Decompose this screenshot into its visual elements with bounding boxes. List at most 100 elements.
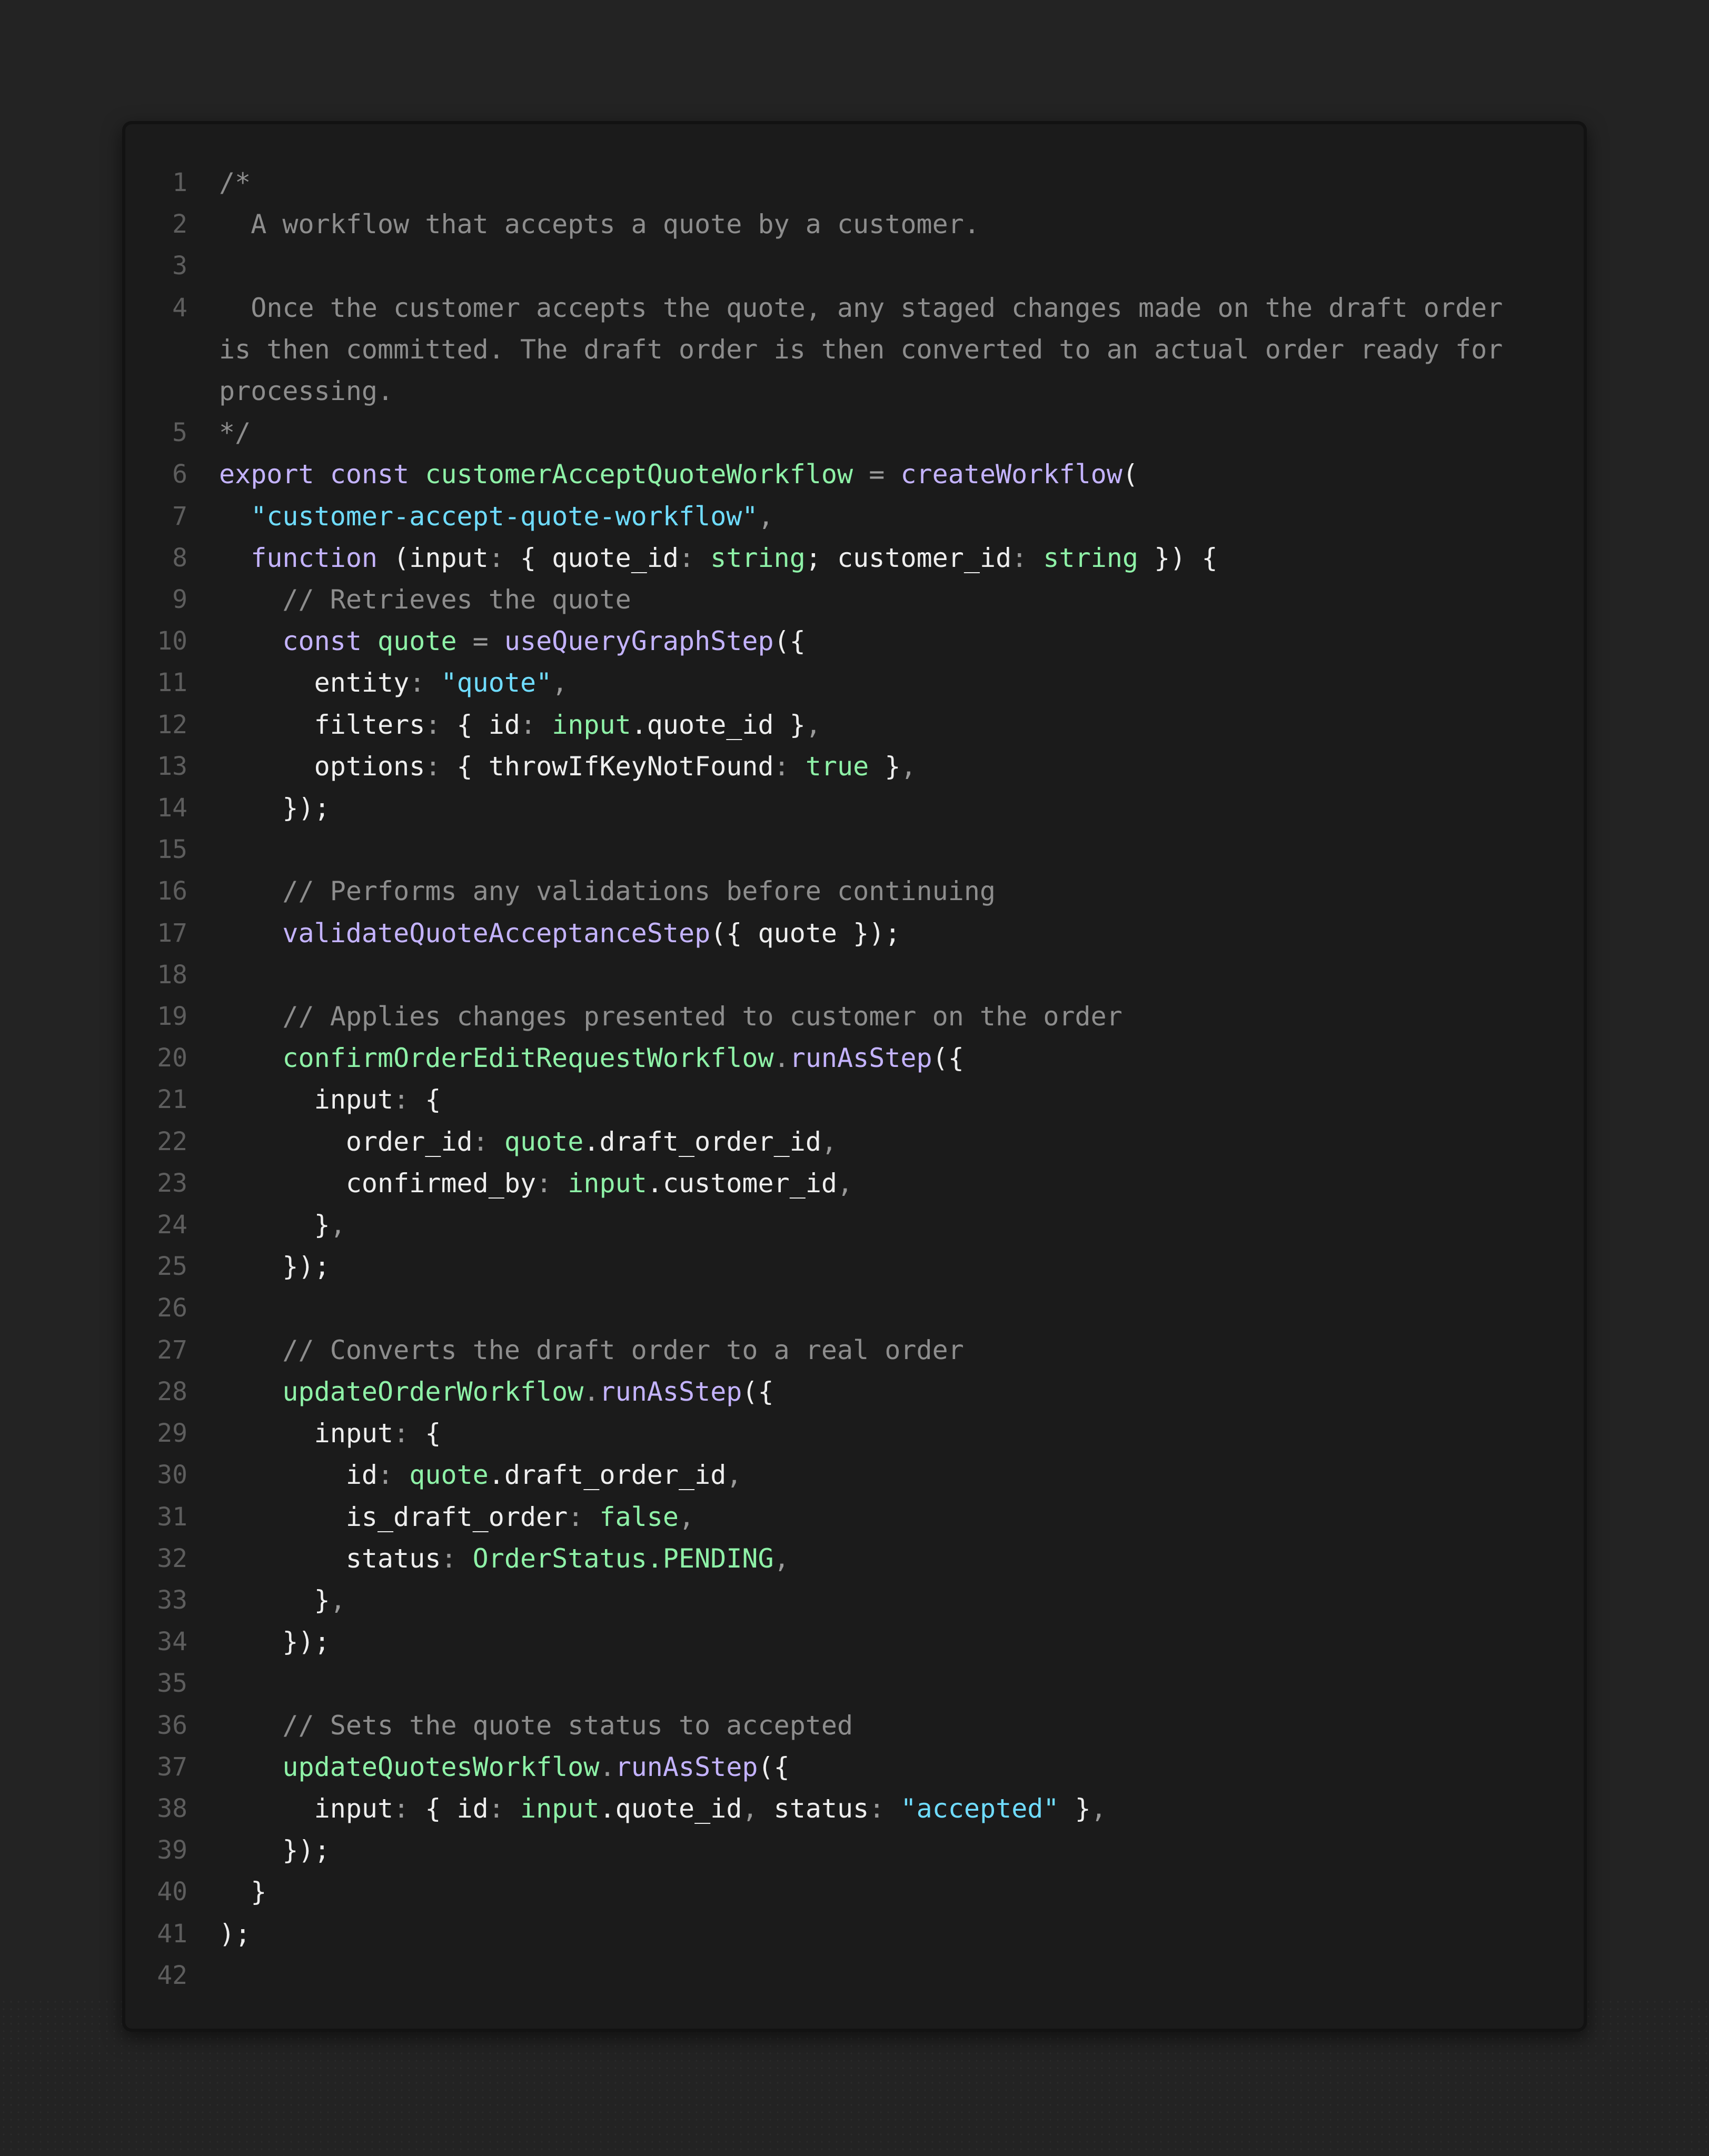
code-line[interactable]: 42 ​: [125, 1955, 1584, 1997]
code-text[interactable]: },: [219, 1580, 1584, 1621]
code-text[interactable]: ​: [219, 1287, 1584, 1329]
code-line[interactable]: 39 });: [125, 1830, 1584, 1871]
code-text[interactable]: options: { throwIfKeyNotFound: true },: [219, 746, 1584, 787]
code-text[interactable]: is_draft_order: false,: [219, 1496, 1584, 1538]
code-line[interactable]: 22 order_id: quote.draft_order_id,: [125, 1121, 1584, 1163]
code-text[interactable]: status: OrderStatus.PENDING,: [219, 1538, 1584, 1580]
code-text[interactable]: }: [219, 1871, 1584, 1913]
code-line[interactable]: 24 },: [125, 1204, 1584, 1246]
code-line[interactable]: 5 */: [125, 412, 1584, 454]
code-line[interactable]: 15 ​: [125, 829, 1584, 871]
code-text[interactable]: confirmed_by: input.customer_id,: [219, 1163, 1584, 1204]
code-line[interactable]: 23 confirmed_by: input.customer_id,: [125, 1163, 1584, 1204]
code-line[interactable]: 10 const quote = useQueryGraphStep({: [125, 621, 1584, 662]
code-text[interactable]: id: quote.draft_order_id,: [219, 1454, 1584, 1496]
code-token: function: [251, 542, 378, 573]
code-line[interactable]: 3​: [125, 245, 1584, 287]
code-line[interactable]: 32 status: OrderStatus.PENDING,: [125, 1538, 1584, 1580]
code-token: status: [219, 1543, 441, 1574]
code-text[interactable]: });: [219, 1830, 1584, 1871]
code-editor[interactable]: 1 /* 2 A workflow that accepts a quote by …: [122, 121, 1587, 2032]
code-text[interactable]: */: [219, 412, 1584, 454]
code-line[interactable]: 34 });: [125, 1621, 1584, 1663]
code-line[interactable]: 21 input: {: [125, 1079, 1584, 1121]
code-text[interactable]: validateQuoteAcceptanceStep({ quote });: [219, 913, 1584, 954]
code-line[interactable]: 18 ​: [125, 954, 1584, 996]
code-line[interactable]: 12 filters: { id: input.quote_id },: [125, 704, 1584, 746]
code-text[interactable]: input: {: [219, 1413, 1584, 1454]
code-line[interactable]: 37 updateQuotesWorkflow.runAsStep({: [125, 1746, 1584, 1788]
code-token: :: [869, 1793, 885, 1824]
code-token: { throwIfKeyNotFound: [441, 751, 774, 782]
code-text[interactable]: /*: [219, 162, 1584, 204]
code-text[interactable]: filters: { id: input.quote_id },: [219, 704, 1584, 746]
code-line[interactable]: 27 // Converts the draft order to a real…: [125, 1330, 1584, 1371]
code-text[interactable]: ​: [219, 1955, 1584, 1997]
code-token: ({: [758, 1751, 790, 1782]
code-text[interactable]: });: [219, 787, 1584, 829]
code-line[interactable]: 1 /*: [125, 162, 1584, 204]
code-line[interactable]: 2 A workflow that accepts a quote by a c…: [125, 204, 1584, 245]
code-line[interactable]: 13 options: { throwIfKeyNotFound: true }…: [125, 746, 1584, 787]
code-line[interactable]: 33 },: [125, 1580, 1584, 1621]
code-text[interactable]: function (input: { quote_id: string; cus…: [219, 537, 1584, 579]
code-line[interactable]: 36 // Sets the quote status to accepted: [125, 1705, 1584, 1746]
code-line[interactable]: 29 input: {: [125, 1413, 1584, 1454]
code-text[interactable]: ​: [219, 829, 1584, 871]
code-line[interactable]: 9 // Retrieves the quote: [125, 579, 1584, 621]
code-line[interactable]: 35 ​: [125, 1663, 1584, 1704]
code-token: runAsStep: [789, 1043, 932, 1074]
code-text[interactable]: updateQuotesWorkflow.runAsStep({: [219, 1746, 1584, 1788]
code-text[interactable]: order_id: quote.draft_order_id,: [219, 1121, 1584, 1163]
code-text[interactable]: confirmOrderEditRequestWorkflow.runAsSte…: [219, 1037, 1584, 1079]
code-line[interactable]: 38 input: { id: input.quote_id, status: …: [125, 1788, 1584, 1830]
code-line[interactable]: 31 is_draft_order: false,: [125, 1496, 1584, 1538]
code-text[interactable]: // Applies changes presented to customer…: [219, 996, 1584, 1037]
code-line[interactable]: 6 export const customerAcceptQuoteWorkflo…: [125, 454, 1584, 495]
code-line[interactable]: 11 entity: "quote",: [125, 662, 1584, 704]
code-text[interactable]: );: [219, 1913, 1584, 1955]
line-number: 10: [157, 626, 187, 656]
code-line[interactable]: 7 "customer-accept-quote-workflow",: [125, 496, 1584, 537]
code-line[interactable]: 20 confirmOrderEditRequestWorkflow.runAs…: [125, 1037, 1584, 1079]
code-line[interactable]: 40 }: [125, 1871, 1584, 1913]
code-token: input: [552, 709, 631, 740]
code-text[interactable]: export const customerAcceptQuoteWorkflow…: [219, 454, 1584, 495]
code-text[interactable]: const quote = useQueryGraphStep({: [219, 621, 1584, 662]
code-text[interactable]: entity: "quote",: [219, 662, 1584, 704]
code-line[interactable]: 14 });: [125, 787, 1584, 829]
code-token: :: [393, 1084, 410, 1115]
code-text[interactable]: ​: [219, 245, 1584, 287]
code-line[interactable]: 28 updateOrderWorkflow.runAsStep({: [125, 1371, 1584, 1413]
code-text[interactable]: input: {: [219, 1079, 1584, 1121]
code-line[interactable]: 4 Once the customer accepts the quote, a…: [125, 287, 1584, 413]
code-text[interactable]: // Sets the quote status to accepted: [219, 1705, 1584, 1746]
code-line[interactable]: 25 });: [125, 1246, 1584, 1287]
code-line[interactable]: 26 ​: [125, 1287, 1584, 1329]
code-text[interactable]: input: { id: input.quote_id, status: "ac…: [219, 1788, 1584, 1830]
code-text[interactable]: },: [219, 1204, 1584, 1246]
code-content[interactable]: 1 /* 2 A workflow that accepts a quote by …: [125, 162, 1584, 1997]
code-line[interactable]: 16 // Performs any validations before co…: [125, 871, 1584, 912]
code-line[interactable]: 17 validateQuoteAcceptanceStep({ quote }…: [125, 913, 1584, 954]
line-number: 16: [157, 876, 187, 906]
code-text[interactable]: ​: [219, 954, 1584, 996]
code-text[interactable]: });: [219, 1246, 1584, 1287]
code-text[interactable]: Once the customer accepts the quote, any…: [219, 287, 1584, 413]
code-line[interactable]: 19 // Applies changes presented to custo…: [125, 996, 1584, 1037]
line-number: 25: [157, 1252, 187, 1282]
code-text[interactable]: });: [219, 1621, 1584, 1663]
code-line[interactable]: 8 function (input: { quote_id: string; c…: [125, 537, 1584, 579]
code-text[interactable]: updateOrderWorkflow.runAsStep({: [219, 1371, 1584, 1413]
line-number: 39: [157, 1835, 187, 1865]
code-text[interactable]: // Performs any validations before conti…: [219, 871, 1584, 912]
code-line[interactable]: 30 id: quote.draft_order_id,: [125, 1454, 1584, 1496]
code-text[interactable]: "customer-accept-quote-workflow",: [219, 496, 1584, 537]
code-text[interactable]: A workflow that accepts a quote by a cus…: [219, 204, 1584, 245]
code-text[interactable]: // Retrieves the quote: [219, 579, 1584, 621]
code-line[interactable]: 41);: [125, 1913, 1584, 1955]
code-text[interactable]: ​: [219, 1663, 1584, 1704]
code-text[interactable]: // Converts the draft order to a real or…: [219, 1330, 1584, 1371]
